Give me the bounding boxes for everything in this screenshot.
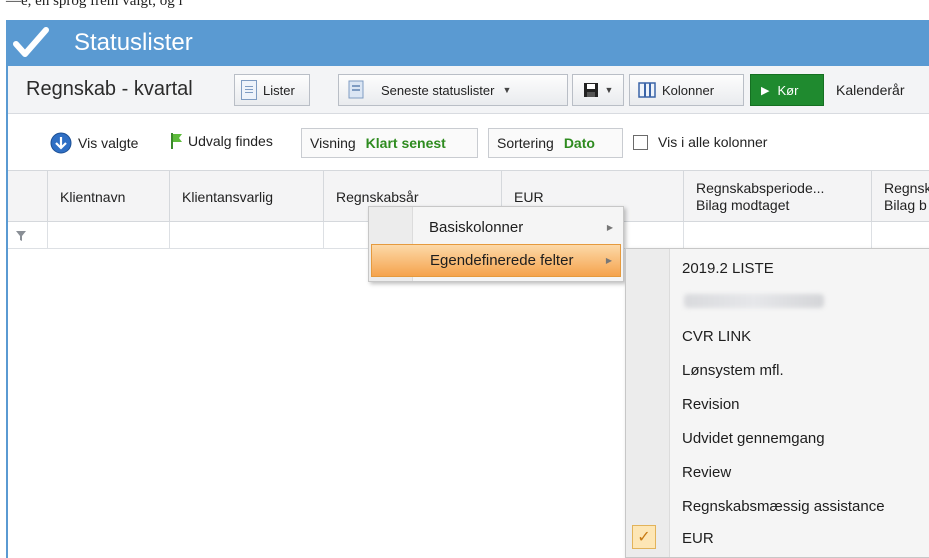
title-bar: Statuslister <box>6 20 929 66</box>
column-label: Klientansvarlig <box>182 188 274 205</box>
column-label: Klientnavn <box>60 188 126 205</box>
vis-i-alle-checkbox[interactable]: Vis i alle kolonner <box>633 134 767 150</box>
filter-toolbar: Vis valgte Udvalg findes Visning Klart s… <box>8 114 929 168</box>
checkmark-icon: ✓ <box>632 525 656 549</box>
row-selector-header <box>8 171 48 223</box>
document-icon <box>241 80 257 100</box>
column-label: EUR <box>514 188 544 205</box>
chevron-down-icon: ▼ <box>604 85 614 95</box>
udvalg-findes-label: Udvalg findes <box>188 133 273 149</box>
checkbox-box[interactable] <box>633 134 648 150</box>
run-button[interactable]: ▶ Kør <box>750 74 824 106</box>
submenu-item-label: EUR <box>682 529 714 547</box>
column-label: Regnskabsår <box>336 188 419 205</box>
submenu-item-label: Revision <box>682 395 740 413</box>
submenu-item-label: Lønsystem mfl. <box>682 361 784 379</box>
submenu-item-regnskabsmaessig-assistance[interactable]: Regnskabsmæssig assistance <box>682 489 885 523</box>
sortering-value: Dato <box>563 135 595 151</box>
run-label: Kør <box>777 82 799 98</box>
main-window: Regnskab - kvartal Lister Seneste status… <box>6 66 929 558</box>
vis-valgte-button[interactable]: Vis valgte <box>50 132 138 154</box>
chevron-right-icon: ▶ <box>606 223 613 232</box>
view-title: Regnskab - kvartal <box>26 78 193 100</box>
custom-fields-submenu: 2019.2 LISTE CVR LINK Lønsystem mfl. Rev… <box>625 248 929 558</box>
column-label-line1: Regnskabsperiode... <box>696 180 825 196</box>
lister-label: Lister <box>263 82 295 98</box>
vis-valgte-label: Vis valgte <box>78 135 139 151</box>
submenu-item-lonsystem[interactable]: Lønsystem mfl. <box>682 353 784 387</box>
column-label-line2: Bilag modtaget <box>696 197 790 213</box>
kolonner-label: Kolonner <box>662 82 715 98</box>
submenu-item-2019-2-liste[interactable]: 2019.2 LISTE <box>682 251 774 285</box>
submenu-item-label: Udvidet gennemgang <box>682 429 825 447</box>
kolonner-button[interactable]: Kolonner <box>629 74 744 106</box>
submenu-item-cvr-link[interactable]: CVR LINK <box>682 319 751 353</box>
menu-item-label: Basiskolonner <box>429 219 524 236</box>
filter-cell[interactable] <box>48 222 170 249</box>
play-icon: ▶ <box>761 84 770 97</box>
visning-label: Visning <box>310 135 356 151</box>
chevron-down-icon: ▼ <box>502 85 512 95</box>
save-dropdown-button[interactable]: ▼ <box>572 74 624 106</box>
visning-selector[interactable]: Visning Klart senest <box>301 128 478 158</box>
menu-gutter <box>626 249 670 557</box>
submenu-item-label: Regnskabsmæssig assistance <box>682 497 885 515</box>
menu-item-egendefinerede-felter[interactable]: Egendefinerede felter ▶ <box>371 244 621 277</box>
column-label-line1: Regnsk <box>884 180 929 196</box>
main-toolbar: Regnskab - kvartal Lister Seneste status… <box>8 66 929 114</box>
column-header-regnskabsperiode[interactable]: Regnskabsperiode... Bilag modtaget <box>684 171 872 223</box>
green-flag-icon <box>171 133 182 149</box>
column-header-klientansvarlig[interactable]: Klientansvarlig <box>170 171 324 223</box>
sortering-label: Sortering <box>497 135 554 151</box>
list-doc-icon <box>348 80 364 99</box>
filter-cell[interactable] <box>684 222 872 249</box>
submenu-item-review[interactable]: Review <box>682 455 731 489</box>
menu-item-label: Egendefinerede felter <box>430 252 574 269</box>
column-label-line2: Bilag b <box>884 197 927 213</box>
seneste-statuslister-dropdown[interactable]: Seneste statuslister ▼ <box>338 74 568 106</box>
submenu-item-revision[interactable]: Revision <box>682 387 740 421</box>
chevron-right-icon: ▶ <box>605 256 612 265</box>
column-header-regnskab-partial[interactable]: Regnsk Bilag b <box>872 171 929 223</box>
column-header-klientnavn[interactable]: Klientnavn <box>48 171 170 223</box>
udvalg-findes-button[interactable]: Udvalg findes <box>170 132 273 150</box>
funnel-icon <box>16 230 26 241</box>
seneste-label: Seneste statuslister <box>381 82 495 98</box>
save-icon <box>583 83 598 97</box>
menu-item-basiskolonner[interactable]: Basiskolonner ▶ <box>371 211 621 244</box>
submenu-item-udvidet-gennemgang[interactable]: Udvidet gennemgang <box>682 421 825 455</box>
submenu-item-eur[interactable]: EUR <box>682 521 714 555</box>
kalenderar-label: Kalenderår <box>836 82 905 98</box>
submenu-item-label: 2019.2 LISTE <box>682 259 774 277</box>
window-title: Statuslister <box>74 29 193 56</box>
vis-i-alle-label: Vis i alle kolonner <box>658 134 768 150</box>
arrow-down-circle-icon <box>50 132 72 154</box>
lister-button[interactable]: Lister <box>234 74 310 106</box>
columns-icon <box>638 82 656 98</box>
visning-value: Klart senest <box>365 135 446 151</box>
filter-funnel-icon[interactable] <box>8 222 48 249</box>
checkmark-logo-icon <box>13 27 49 57</box>
top-text-strip: —e, en sprog frem valgt, og i <box>0 0 929 20</box>
blurred-submenu-item[interactable] <box>684 294 824 308</box>
sortering-selector[interactable]: Sortering Dato <box>488 128 623 158</box>
filter-cell[interactable] <box>170 222 324 249</box>
submenu-item-label: CVR LINK <box>682 327 752 345</box>
top-strip-text: —e, en sprog frem valgt, og i <box>6 0 183 9</box>
column-context-menu: Basiskolonner ▶ Egendefinerede felter ▶ <box>368 206 624 282</box>
submenu-item-label: Review <box>682 463 732 481</box>
